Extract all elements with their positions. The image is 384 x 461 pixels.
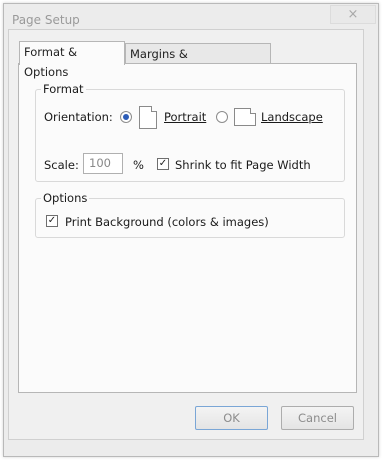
- percent-label: %: [133, 158, 144, 172]
- cancel-button[interactable]: Cancel: [281, 406, 354, 430]
- cancel-button-label: Cancel: [298, 411, 337, 425]
- landscape-radio[interactable]: [216, 111, 228, 123]
- portrait-radio[interactable]: [120, 111, 132, 123]
- tab-margins-header-footer[interactable]: Margins & Header/Footer: [125, 43, 271, 81]
- tab-format-options[interactable]: Format & Options: [19, 41, 125, 79]
- shrink-to-fit-checkbox[interactable]: ✓: [157, 158, 169, 170]
- close-button[interactable]: ×: [330, 5, 376, 24]
- window-title: Page Setup: [12, 13, 80, 27]
- print-background-label[interactable]: Print Background (colors & images): [65, 215, 269, 229]
- options-group-title: Options: [41, 191, 90, 205]
- scale-input[interactable]: 100: [83, 153, 123, 174]
- shrink-to-fit-label[interactable]: Shrink to fit Page Width: [175, 158, 311, 172]
- orientation-label: Orientation:: [44, 110, 113, 124]
- ok-button[interactable]: OK: [195, 406, 268, 430]
- portrait-page-icon: [139, 106, 157, 129]
- format-group-title: Format: [41, 82, 86, 96]
- check-icon: ✓: [158, 158, 168, 169]
- landscape-label[interactable]: Landscape: [261, 110, 323, 124]
- portrait-label[interactable]: Portrait: [164, 110, 206, 124]
- check-icon: ✓: [47, 215, 57, 226]
- scale-label: Scale:: [44, 158, 79, 172]
- print-background-checkbox[interactable]: ✓: [46, 215, 58, 227]
- ok-button-label: OK: [223, 411, 240, 425]
- close-icon: ×: [347, 7, 359, 22]
- landscape-page-icon: [234, 108, 256, 126]
